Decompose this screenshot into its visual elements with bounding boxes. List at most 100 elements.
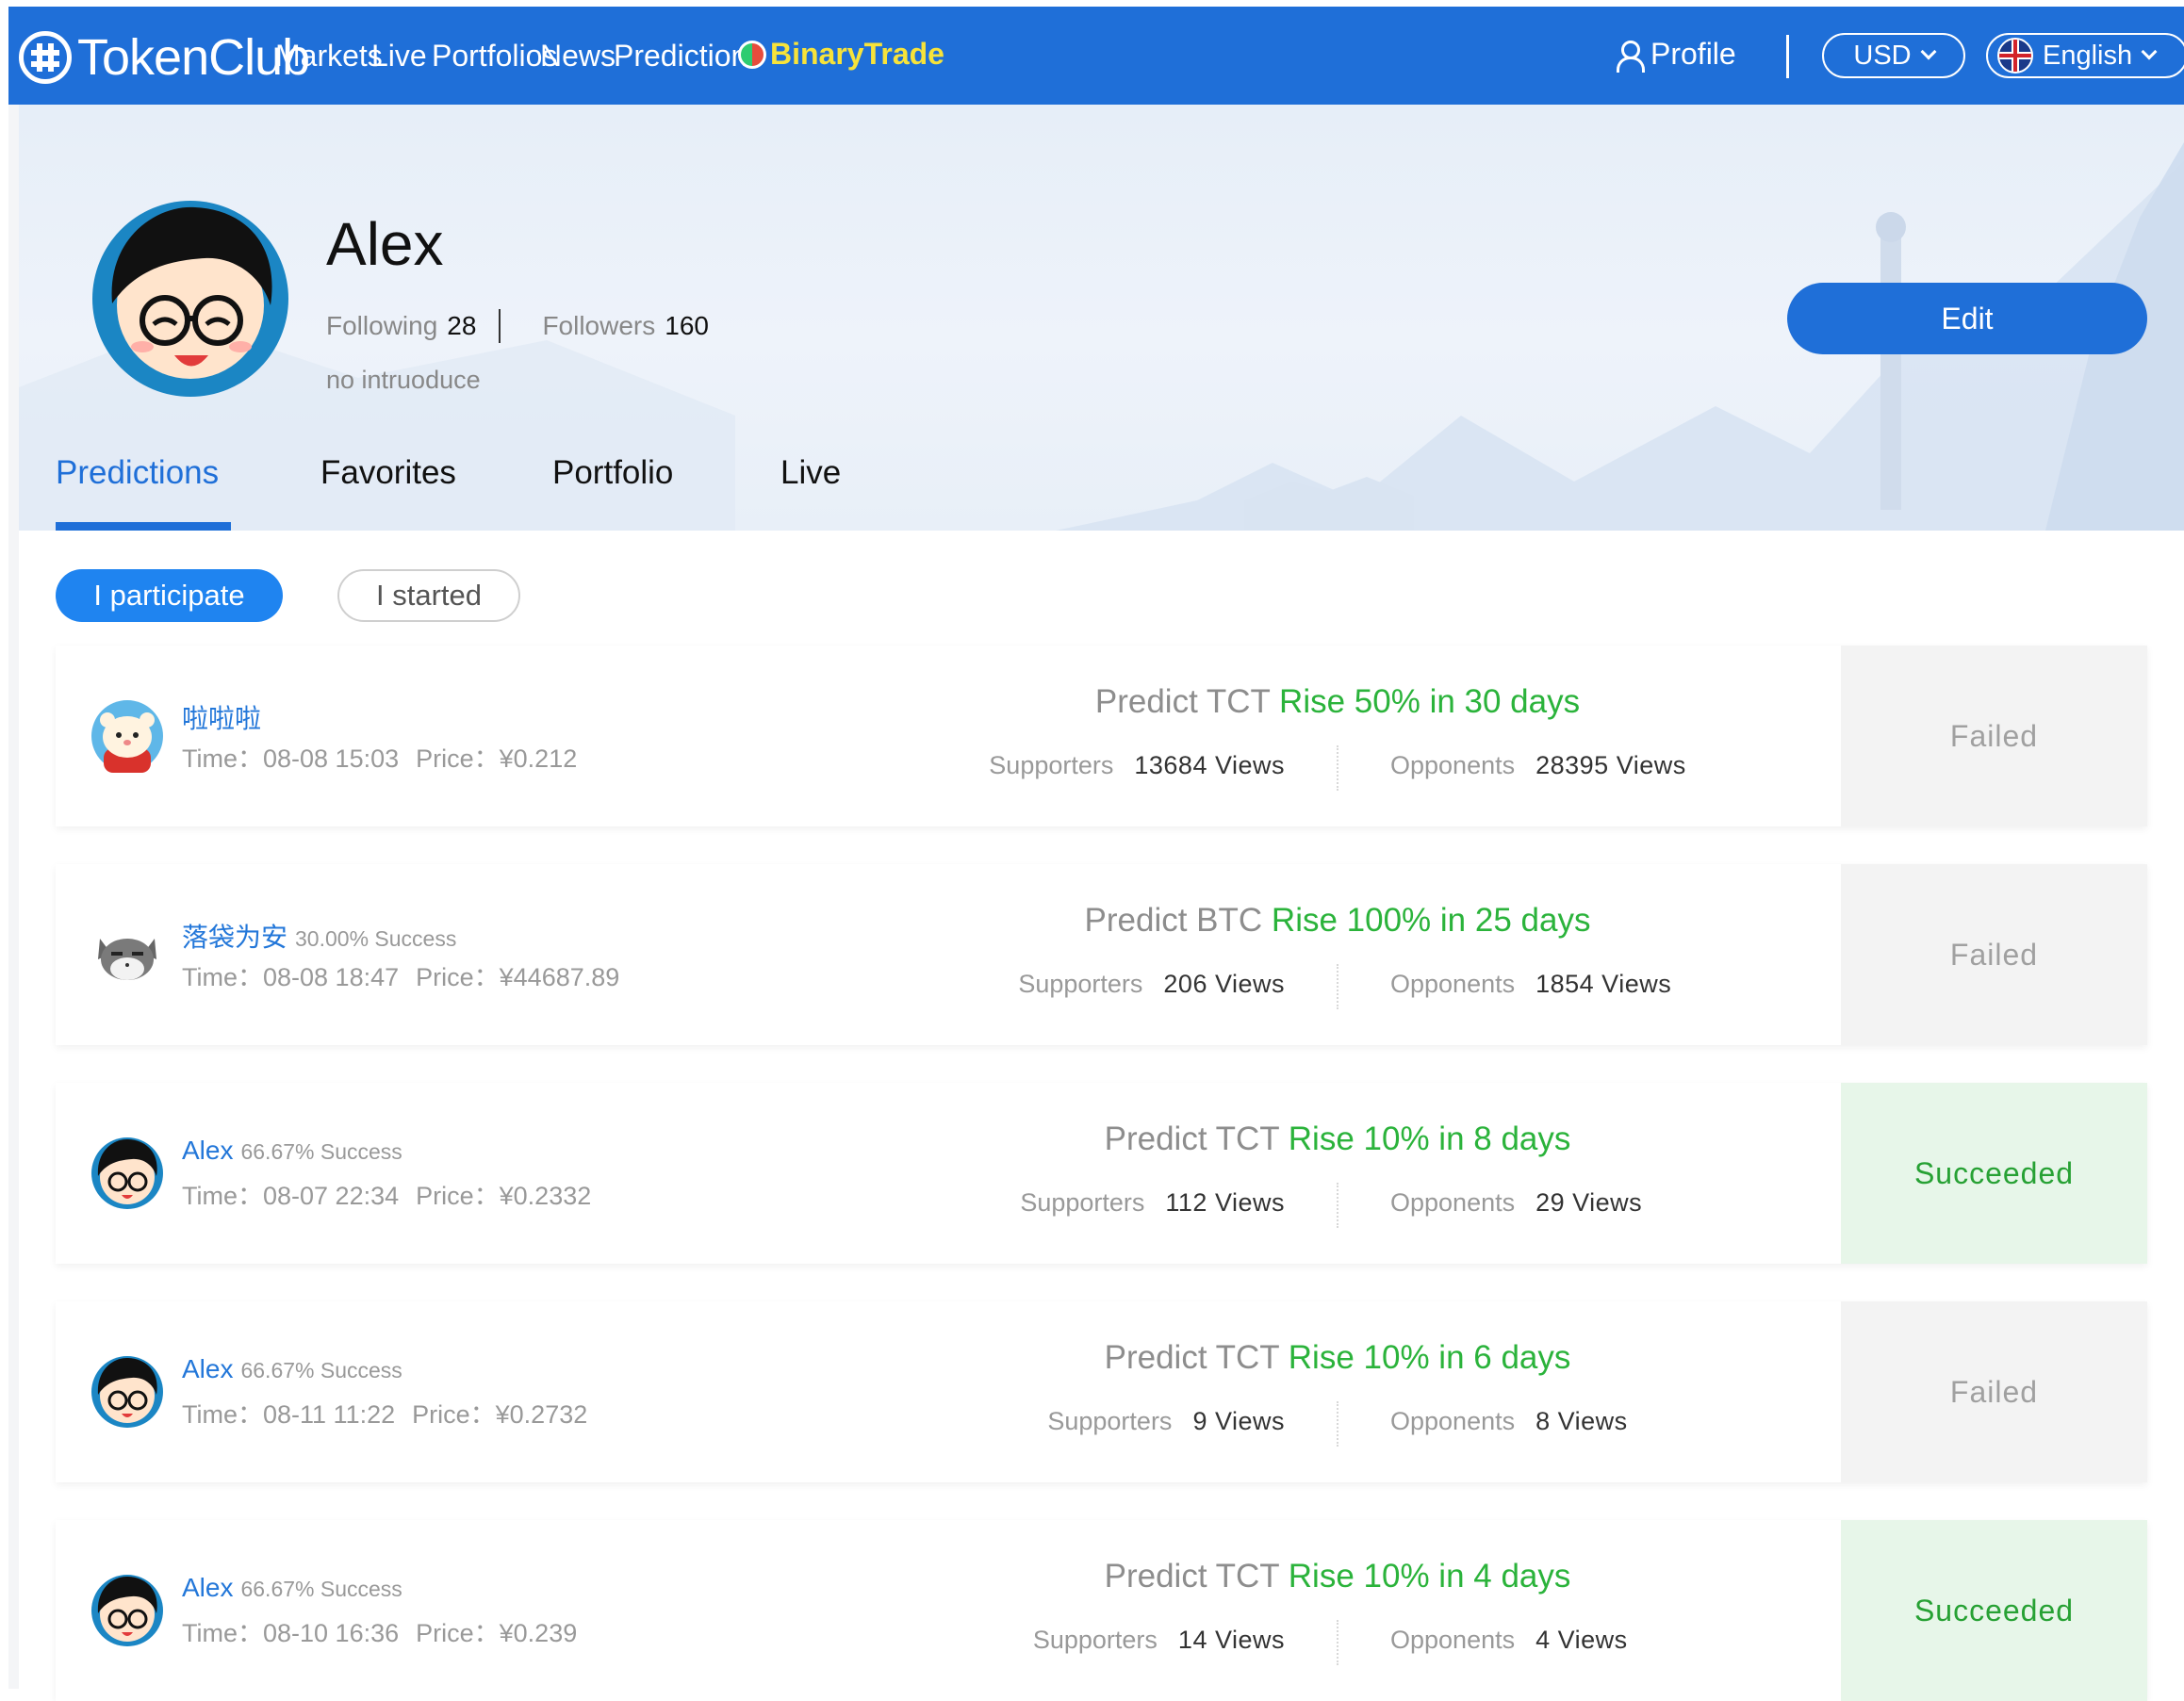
prediction-status: Succeeded [1841, 1083, 2147, 1264]
uk-flag-icon [1997, 38, 2033, 74]
tokenclub-logo-icon [19, 31, 72, 84]
opponents-label: Opponents [1390, 751, 1516, 779]
opponents-value: 28395 Views [1535, 751, 1686, 779]
nav-binary-trade[interactable]: BinaryTrade [738, 37, 944, 72]
prediction-prefix: Predict TCT [1104, 1339, 1280, 1376]
currency-select[interactable]: USD [1822, 33, 1965, 78]
card-username[interactable]: 啦啦啦 [182, 698, 261, 736]
time-value: 08-08 15:03 [263, 744, 400, 773]
prediction-status: Failed [1841, 864, 2147, 1045]
user-avatar[interactable] [90, 1137, 164, 1210]
supporters-stat: Supporters 112 Views [583, 1188, 1338, 1218]
price-label: Price： [412, 1400, 496, 1429]
tab-favorites[interactable]: Favorites [320, 454, 456, 492]
nav-news[interactable]: News [540, 39, 616, 74]
active-tab-indicator [56, 522, 231, 531]
time-value: 08-07 22:34 [263, 1182, 400, 1210]
price-label: Price： [416, 744, 500, 773]
followers-count: 160 [665, 311, 709, 340]
card-meta: Time：08-08 15:03 Price：¥0.212 [182, 738, 577, 775]
tab-portfolio[interactable]: Portfolio [552, 454, 673, 492]
top-nav: TokenClub Markets Live Portfolios News P… [8, 7, 2184, 105]
nav-divider [1786, 35, 1789, 78]
opponents-label: Opponents [1390, 1626, 1516, 1654]
prediction-prefix: Predict TCT [1104, 1120, 1280, 1157]
followers-link[interactable]: Followers 160 [542, 311, 709, 341]
user-avatar[interactable] [90, 918, 164, 991]
prediction-status: Failed [1841, 1301, 2147, 1482]
page-left-edge [8, 105, 19, 1689]
supporters-label: Supporters [1018, 970, 1143, 998]
brand-logo[interactable]: TokenClub [19, 29, 310, 86]
price-value: ¥0.2732 [495, 1400, 588, 1429]
time-label: Time： [182, 1619, 263, 1647]
nav-portfolios[interactable]: Portfolios [432, 39, 557, 74]
supporters-value: 112 Views [1165, 1188, 1285, 1217]
time-label: Time： [182, 1400, 263, 1429]
prediction-card[interactable]: Alex 66.67% Success Time：08-11 11:22 Price：… [56, 1301, 2147, 1482]
opponents-label: Opponents [1390, 970, 1516, 998]
prediction-status: Succeeded [1841, 1520, 2147, 1701]
following-label: Following [326, 311, 438, 340]
nav-markets[interactable]: Markets [275, 39, 383, 74]
filter-i-participate[interactable]: I participate [56, 569, 283, 622]
nav-profile[interactable]: Profile [1615, 37, 1736, 73]
success-rate: 66.67% Success [240, 1139, 402, 1164]
card-user-line: 落袋为安 30.00% Success [182, 917, 456, 955]
user-icon [1615, 40, 1645, 73]
binary-trade-label: BinaryTrade [770, 37, 944, 71]
supporters-value: 13684 Views [1134, 751, 1285, 779]
prediction-target: Rise 10% in 6 days [1288, 1339, 1571, 1376]
filter-i-started[interactable]: I started [337, 569, 520, 622]
card-username[interactable]: Alex [182, 1136, 233, 1166]
profile-name: Alex [326, 210, 444, 278]
supporters-label: Supporters [989, 751, 1114, 779]
card-meta: Time：08-11 11:22 Price：¥0.2732 [182, 1394, 587, 1431]
price-value: ¥0.239 [499, 1619, 578, 1647]
supporters-stat: Supporters 206 Views [583, 970, 1338, 999]
user-avatar[interactable] [90, 699, 164, 773]
card-meta: Time：08-07 22:34 Price：¥0.2332 [182, 1175, 591, 1212]
supporters-stat: Supporters 9 Views [583, 1407, 1338, 1436]
user-avatar[interactable] [90, 1574, 164, 1647]
card-meta: Time：08-08 18:47 Price：¥44687.89 [182, 957, 619, 993]
supporters-value: 9 Views [1192, 1407, 1285, 1435]
card-username[interactable]: 落袋为安 [182, 917, 287, 955]
price-label: Price： [416, 963, 500, 991]
prediction-prefix: Predict BTC [1084, 902, 1263, 939]
success-rate: 66.67% Success [240, 1358, 402, 1382]
supporters-label: Supporters [1020, 1188, 1145, 1217]
card-username[interactable]: Alex [182, 1354, 233, 1384]
follow-stats: Following 28 Followers 160 [326, 309, 709, 343]
language-select[interactable]: English [1986, 33, 2184, 78]
nav-live[interactable]: Live [371, 39, 427, 74]
opponents-value: 4 Views [1535, 1626, 1628, 1654]
prediction-card[interactable]: Alex 66.67% Success Time：08-07 22:34 Price：… [56, 1083, 2147, 1264]
prediction-card[interactable]: 落袋为安 30.00% Success Time：08-08 18:47 Price：… [56, 864, 2147, 1045]
edit-profile-button[interactable]: Edit [1787, 283, 2147, 354]
prediction-card[interactable]: Alex 66.67% Success Time：08-10 16:36 Price：… [56, 1520, 2147, 1701]
profile-avatar[interactable] [91, 200, 289, 398]
price-value: ¥0.212 [499, 744, 578, 773]
binary-trade-icon [738, 40, 766, 69]
prediction-prefix: Predict TCT [1094, 683, 1271, 720]
following-count: 28 [447, 311, 477, 340]
time-label: Time： [182, 744, 263, 773]
tab-live[interactable]: Live [780, 454, 841, 492]
prediction-status: Failed [1841, 646, 2147, 826]
card-user-line: 啦啦啦 [182, 698, 269, 736]
opponents-value: 8 Views [1535, 1407, 1628, 1435]
user-avatar[interactable] [90, 1355, 164, 1429]
time-label: Time： [182, 963, 263, 991]
opponents-label: Opponents [1390, 1188, 1516, 1217]
card-user-line: Alex 66.67% Success [182, 1354, 402, 1384]
opponents-value: 1854 Views [1535, 970, 1672, 998]
followers-label: Followers [542, 311, 656, 340]
prediction-card[interactable]: 啦啦啦 Time：08-08 15:03 Price：¥0.212 Predict T… [56, 646, 2147, 826]
following-link[interactable]: Following 28 [326, 311, 476, 341]
card-username[interactable]: Alex [182, 1573, 233, 1603]
time-value: 08-10 16:36 [263, 1619, 400, 1647]
card-meta: Time：08-10 16:36 Price：¥0.239 [182, 1612, 577, 1649]
prediction-prefix: Predict TCT [1104, 1558, 1280, 1595]
tab-predictions[interactable]: Predictions [56, 454, 219, 492]
